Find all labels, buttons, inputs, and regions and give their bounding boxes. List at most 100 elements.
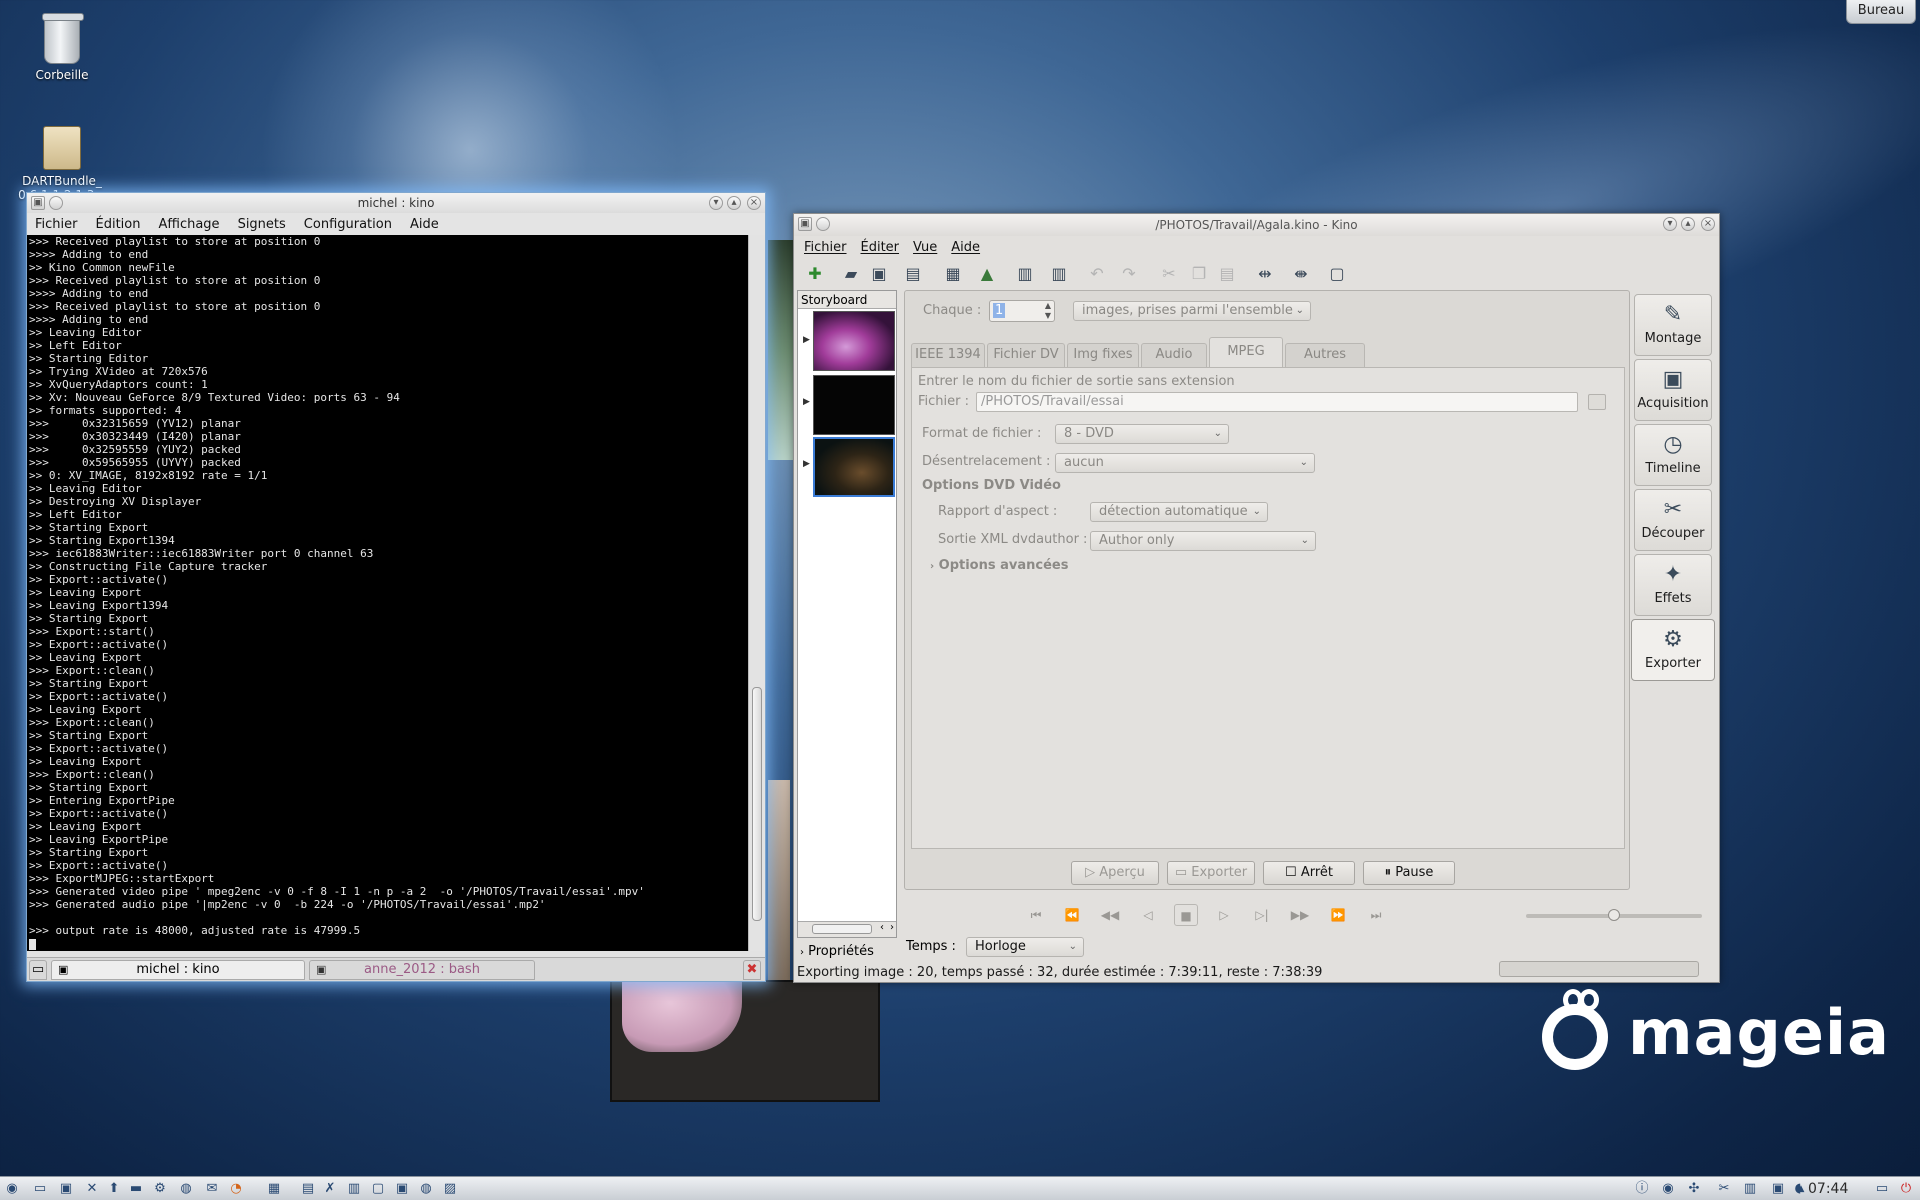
spin-arrows-icon[interactable]: ▲ ▼ xyxy=(1045,301,1051,321)
desktop-icon-package[interactable]: DARTBundle_ 0.6.1.1.2.1.3... xyxy=(17,126,107,202)
network-icon[interactable]: ▬ xyxy=(126,1179,146,1199)
arret-button[interactable]: ☐ Arrêt xyxy=(1263,861,1355,885)
network-tray-icon[interactable]: ◉ xyxy=(1658,1179,1678,1199)
web-icon[interactable]: ◍ xyxy=(176,1179,196,1199)
capture-icon[interactable]: ▦ xyxy=(940,262,966,288)
prev-frame-icon[interactable]: ◁ xyxy=(1136,904,1160,926)
join-scene-icon[interactable]: ▥ xyxy=(1046,262,1072,288)
proprietes-expander[interactable]: › Propriétés xyxy=(800,944,874,959)
close-tab-icon[interactable]: ✖ xyxy=(743,960,761,980)
end-icon[interactable]: ⏭ xyxy=(1364,904,1388,926)
task-item-icon[interactable]: ▥ xyxy=(344,1179,364,1199)
window-menu-icon[interactable]: ▣ xyxy=(798,217,812,231)
desentrelacement-select[interactable]: aucun ⌄ xyxy=(1055,453,1315,473)
scrollbar-thumb[interactable] xyxy=(752,687,762,921)
prev-scene-icon[interactable]: ⏪ xyxy=(1060,904,1084,926)
task-item-icon[interactable]: ▨ xyxy=(440,1179,460,1199)
mode-acquisition-button[interactable]: ▣ Acquisition xyxy=(1634,359,1712,421)
pause-button[interactable]: ⏸ Pause xyxy=(1363,861,1455,885)
tab-fichier-dv[interactable]: Fichier DV xyxy=(987,343,1065,367)
bureau-button[interactable]: Bureau xyxy=(1846,0,1916,24)
mode-timeline-button[interactable]: ◷ Timeline xyxy=(1634,424,1712,486)
menu-aide[interactable]: Aide xyxy=(951,240,980,255)
settings-icon[interactable]: ⚙ xyxy=(150,1179,170,1199)
paste-icon[interactable]: ▤ xyxy=(1214,262,1240,288)
slider-handle[interactable] xyxy=(1608,909,1620,921)
expand-arrow-icon[interactable]: ▶ xyxy=(803,459,810,469)
rewind-icon[interactable]: ◀◀ xyxy=(1098,904,1122,926)
menu-edition[interactable]: Édition xyxy=(96,217,141,232)
task-item-icon[interactable]: ▢ xyxy=(368,1179,388,1199)
properties-icon[interactable]: ▢ xyxy=(1324,262,1350,288)
copy-icon[interactable]: ❐ xyxy=(1186,262,1212,288)
split-scene-icon[interactable]: ▥ xyxy=(1012,262,1038,288)
next-frame-icon[interactable]: ▷| xyxy=(1250,904,1274,926)
format-select[interactable]: 8 - DVD ⌄ xyxy=(1055,424,1229,444)
mode-montage-button[interactable]: ✎ Montage xyxy=(1634,294,1712,356)
tools-tray-icon[interactable]: ✂ xyxy=(1714,1179,1734,1199)
mode-decouper-button[interactable]: ✂ Découper xyxy=(1634,489,1712,551)
tab-autres[interactable]: Autres xyxy=(1285,343,1365,367)
temps-select[interactable]: Horloge ⌄ xyxy=(966,937,1084,957)
new-file-icon[interactable]: ✚ xyxy=(802,262,828,288)
scrollbar-thumb[interactable] xyxy=(812,924,872,934)
tools-icon[interactable]: ✕ xyxy=(82,1179,102,1199)
expand-icon[interactable]: ⇹ xyxy=(1252,262,1278,288)
kino-titlebar[interactable]: ▣ /PHOTOS/Travail/Agala.kino - Kino ▾ ▴ … xyxy=(794,214,1719,236)
volume-slider[interactable] xyxy=(1526,909,1702,921)
window-menu-icon[interactable]: ▣ xyxy=(31,196,45,210)
stop-icon[interactable]: ■ xyxy=(1174,904,1198,926)
next-scene-icon[interactable]: ⏩ xyxy=(1326,904,1350,926)
files-icon[interactable]: ⬆ xyxy=(104,1179,124,1199)
mail-icon[interactable]: ✉ xyxy=(202,1179,222,1199)
open-file-icon[interactable]: ▰ xyxy=(838,262,864,288)
desktop-icon[interactable]: ▭ xyxy=(30,1179,50,1199)
redo-icon[interactable]: ↷ xyxy=(1116,262,1142,288)
show-desktop-icon[interactable]: ▭ xyxy=(1872,1179,1892,1199)
fast-forward-icon[interactable]: ▶▶ xyxy=(1288,904,1312,926)
clock[interactable]: 07:44 xyxy=(1808,1179,1848,1199)
storyboard-thumbnail[interactable] xyxy=(813,311,895,371)
terminal-scrollbar[interactable] xyxy=(748,235,765,951)
kino-window[interactable]: ▣ /PHOTOS/Travail/Agala.kino - Kino ▾ ▴ … xyxy=(793,213,1720,983)
terminal-icon[interactable]: ▣ xyxy=(56,1179,76,1199)
storyboard-panel[interactable]: Storyboard ▶ ▶ ▶ ‹ › xyxy=(797,290,897,938)
scroll-right-icon[interactable]: › xyxy=(890,922,894,933)
undo-icon[interactable]: ↶ xyxy=(1084,262,1110,288)
expand-arrow-icon[interactable]: ▶ xyxy=(803,335,810,345)
menu-fichier[interactable]: Fichier xyxy=(804,240,847,255)
close-icon[interactable]: × xyxy=(1701,217,1715,231)
menu-aide[interactable]: Aide xyxy=(410,217,439,232)
menu-signets[interactable]: Signets xyxy=(238,217,286,232)
maximize-icon[interactable]: ▴ xyxy=(1681,217,1695,231)
options-avancees-expander[interactable]: › Options avancées xyxy=(930,558,1069,573)
chaque-spinbox[interactable]: 1 ▲ ▼ xyxy=(989,300,1055,322)
workspace-switcher-icon[interactable]: ▦ xyxy=(256,1179,292,1199)
apercu-button[interactable]: ▷ Aperçu xyxy=(1071,861,1159,885)
fichier-input[interactable]: /PHOTOS/Travail/essai xyxy=(976,392,1578,412)
printer-icon[interactable]: ▣ xyxy=(1768,1179,1788,1199)
rapport-select[interactable]: détection automatique ⌄ xyxy=(1090,502,1268,522)
start-icon[interactable]: ⏮ xyxy=(1024,904,1048,926)
tab-mpeg[interactable]: MPEG xyxy=(1209,337,1283,367)
terminal-titlebar[interactable]: ▣ michel : kino ▾ ▴ × xyxy=(27,193,765,213)
storyboard-scrollbar[interactable]: ‹ › xyxy=(798,921,896,937)
menu-fichier[interactable]: Fichier xyxy=(35,217,78,232)
tray-expand-icon[interactable]: ▲ xyxy=(1796,1179,1806,1199)
menu-affichage[interactable]: Affichage xyxy=(158,217,219,232)
task-item-icon[interactable]: ✗ xyxy=(320,1179,340,1199)
mode-exporter-button[interactable]: ⚙ Exporter xyxy=(1631,619,1715,681)
task-item-icon[interactable]: ▣ xyxy=(392,1179,412,1199)
tab-anne-bash[interactable]: ▣ anne_2012 : bash xyxy=(309,960,535,980)
pin-icon[interactable] xyxy=(816,217,830,231)
desktop-icon-trash[interactable]: Corbeille xyxy=(17,13,107,82)
paste-clip-icon[interactable]: ▤ xyxy=(900,262,926,288)
task-item-icon[interactable]: ◍ xyxy=(416,1179,436,1199)
info-icon[interactable]: ⓘ xyxy=(1632,1179,1652,1199)
mode-effets-button[interactable]: ✦ Effets xyxy=(1634,554,1712,616)
minimize-icon[interactable]: ▾ xyxy=(1663,217,1677,231)
menu-editer[interactable]: Éditer xyxy=(861,240,900,255)
collapse-icon[interactable]: ⇼ xyxy=(1288,262,1314,288)
firefox-icon[interactable]: ◔ xyxy=(226,1179,246,1199)
pin-icon[interactable] xyxy=(49,196,63,210)
